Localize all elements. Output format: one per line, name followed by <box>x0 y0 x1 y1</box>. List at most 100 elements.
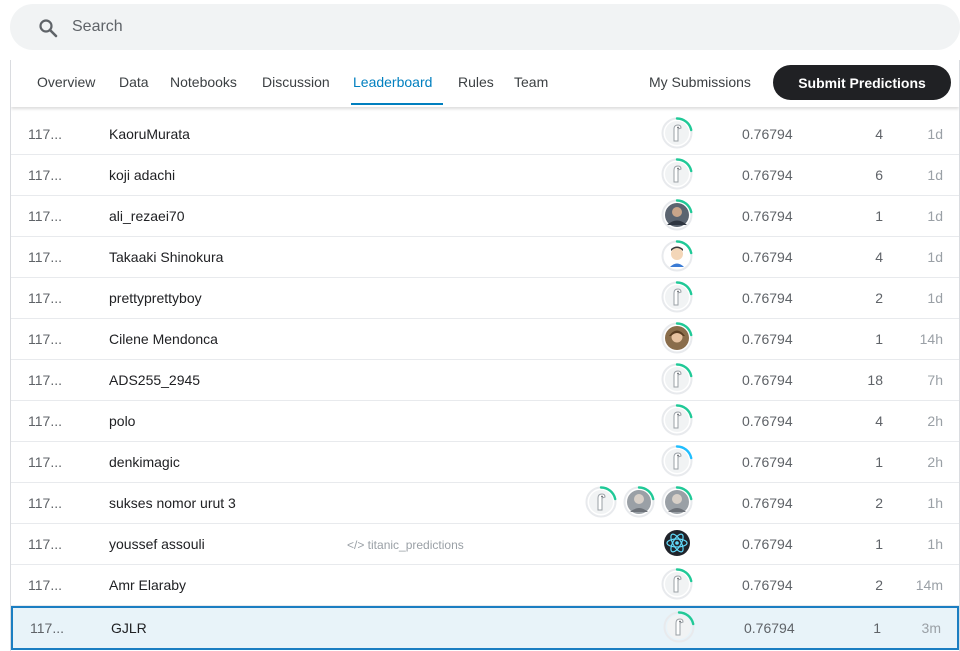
team-entries: 1 <box>875 536 883 552</box>
team-score: 0.76794 <box>742 577 793 593</box>
team-last-submission: 1h <box>927 536 943 552</box>
team-rank: 117... <box>28 249 62 265</box>
react-logo-avatar[interactable] <box>661 527 693 559</box>
team-last-submission: 1d <box>927 249 943 265</box>
table-row[interactable]: 117... Cilene Mendonca 0.76794 1 14h <box>11 319 959 360</box>
team-entries: 4 <box>875 249 883 265</box>
team-entries: 1 <box>875 454 883 470</box>
table-row[interactable]: 117... koji adachi 0.76794 6 1d <box>11 155 959 196</box>
team-name[interactable]: youssef assouli <box>109 536 205 552</box>
tab-notebooks[interactable]: Notebooks <box>170 74 237 90</box>
team-name[interactable]: Amr Elaraby <box>109 577 186 593</box>
team-rank: 117... <box>28 413 62 429</box>
team-rank: 117... <box>28 536 62 552</box>
team-last-submission: 1d <box>927 208 943 224</box>
team-entries: 18 <box>867 372 883 388</box>
team-name[interactable]: prettyprettyboy <box>109 290 202 306</box>
team-entries: 2 <box>875 495 883 511</box>
team-entries: 1 <box>875 331 883 347</box>
team-rank: 117... <box>30 620 64 636</box>
tab-overview[interactable]: Overview <box>37 74 95 90</box>
team-name[interactable]: Cilene Mendonca <box>109 331 218 347</box>
team-last-submission: 2h <box>927 413 943 429</box>
search-bar[interactable] <box>10 4 960 50</box>
user-avatar[interactable] <box>623 486 655 518</box>
team-last-submission: 1d <box>927 126 943 142</box>
user-avatar[interactable] <box>661 486 693 518</box>
team-entries: 2 <box>875 290 883 306</box>
search-input[interactable] <box>72 15 672 39</box>
user-avatar[interactable] <box>661 322 693 354</box>
active-tab-indicator <box>351 103 443 105</box>
team-last-submission: 1h <box>927 495 943 511</box>
tab-team[interactable]: Team <box>514 74 548 90</box>
team-name[interactable]: GJLR <box>111 620 147 636</box>
team-last-submission: 14m <box>915 577 943 593</box>
search-icon <box>39 19 58 38</box>
team-name[interactable]: ali_rezaei70 <box>109 208 185 224</box>
user-avatar[interactable] <box>661 404 693 436</box>
user-avatar[interactable] <box>661 158 693 190</box>
team-rank: 117... <box>28 454 62 470</box>
team-entries: 1 <box>875 208 883 224</box>
team-score: 0.76794 <box>742 167 793 183</box>
tab-data[interactable]: Data <box>119 74 149 90</box>
tab-rules[interactable]: Rules <box>458 74 494 90</box>
tab-leaderboard[interactable]: Leaderboard <box>353 74 432 90</box>
team-name[interactable]: denkimagic <box>109 454 180 470</box>
user-avatar[interactable] <box>661 445 693 477</box>
user-avatar[interactable] <box>661 363 693 395</box>
team-name[interactable]: koji adachi <box>109 167 175 183</box>
table-row[interactable]: 117... prettyprettyboy 0.76794 2 1d <box>11 278 959 319</box>
team-name[interactable]: polo <box>109 413 135 429</box>
team-name[interactable]: ADS255_2945 <box>109 372 200 388</box>
team-entries: 2 <box>875 577 883 593</box>
team-score: 0.76794 <box>742 126 793 142</box>
submit-predictions-button[interactable]: Submit Predictions <box>773 65 951 100</box>
team-rank: 117... <box>28 290 62 306</box>
table-row[interactable]: 117... Takaaki Shinokura 0.76794 4 1d <box>11 237 959 278</box>
user-avatar[interactable] <box>661 240 693 272</box>
team-name[interactable]: Takaaki Shinokura <box>109 249 223 265</box>
tab-discussion[interactable]: Discussion <box>262 74 330 90</box>
user-avatar[interactable] <box>661 117 693 149</box>
team-score: 0.76794 <box>742 249 793 265</box>
table-row[interactable]: 117... denkimagic 0.76794 1 2h <box>11 442 959 483</box>
team-name[interactable]: sukses nomor urut 3 <box>109 495 236 511</box>
team-name[interactable]: KaoruMurata <box>109 126 190 142</box>
team-rank: 117... <box>28 331 62 347</box>
team-last-submission: 14h <box>919 331 943 347</box>
user-avatar[interactable] <box>663 611 695 643</box>
my-submissions-link[interactable]: My Submissions <box>649 74 751 90</box>
competition-tabbar: Overview Data Notebooks Discussion Leade… <box>11 60 959 107</box>
table-row-current-user[interactable]: 117... GJLR 0.76794 1 3m <box>11 606 959 650</box>
team-entries: 4 <box>875 413 883 429</box>
team-score: 0.76794 <box>742 290 793 306</box>
team-score: 0.76794 <box>742 536 793 552</box>
team-entries: 1 <box>873 620 881 636</box>
team-rank: 117... <box>28 126 62 142</box>
team-score: 0.76794 <box>742 413 793 429</box>
table-row[interactable]: 117... youssef assouli </> titanic_predict… <box>11 524 959 565</box>
user-avatar[interactable] <box>661 281 693 313</box>
table-row[interactable]: 117... ADS255_2945 0.76794 18 7h <box>11 360 959 401</box>
table-row[interactable]: 117... polo 0.76794 4 2h <box>11 401 959 442</box>
table-row[interactable]: 117... sukses nomor urut 3 0.76794 2 1h <box>11 483 959 524</box>
table-row[interactable]: 117... ali_rezaei70 0.76794 1 1d <box>11 196 959 237</box>
user-avatar[interactable] <box>585 486 617 518</box>
team-score: 0.76794 <box>742 331 793 347</box>
team-last-submission: 7h <box>927 372 943 388</box>
table-row[interactable]: 117... KaoruMurata 0.76794 4 1d <box>11 114 959 155</box>
team-score: 0.76794 <box>742 372 793 388</box>
user-avatar[interactable] <box>661 568 693 600</box>
team-score: 0.76794 <box>744 620 795 636</box>
team-rank: 117... <box>28 208 62 224</box>
team-score: 0.76794 <box>742 495 793 511</box>
notebook-link[interactable]: </> titanic_predictions <box>347 538 464 552</box>
team-score: 0.76794 <box>742 208 793 224</box>
team-last-submission: 1d <box>927 167 943 183</box>
table-row[interactable]: 117... Amr Elaraby 0.76794 2 14m <box>11 565 959 606</box>
leaderboard-panel: 117... KaoruMurata 0.76794 4 1d 117... koji ad… <box>10 60 960 651</box>
user-avatar[interactable] <box>661 199 693 231</box>
team-rank: 117... <box>28 495 62 511</box>
